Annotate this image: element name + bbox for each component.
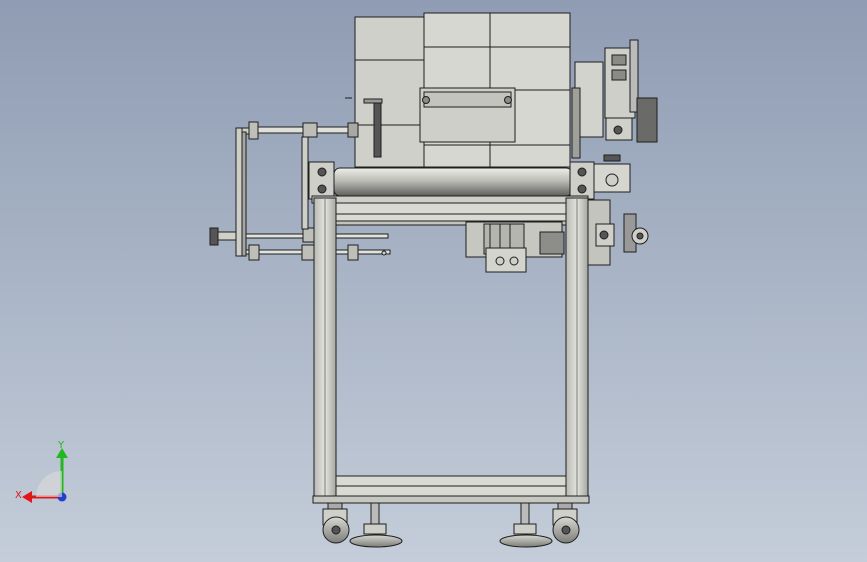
right-caster: [552, 502, 580, 544]
bottom-crossbar: [312, 475, 590, 504]
3d-viewport[interactable]: X Y: [0, 0, 867, 562]
y-axis-label: Y: [57, 440, 65, 451]
left-caster: [322, 502, 350, 544]
axis-plane-wedge: [36, 471, 62, 497]
right-handwheel: [587, 199, 649, 266]
main-roller: [308, 161, 631, 200]
right-leveling-foot: [499, 502, 553, 548]
axis-triad: X Y: [15, 440, 68, 503]
right-leg: [565, 197, 589, 501]
x-axis-label: X: [15, 490, 22, 501]
drive-motor: [465, 221, 565, 273]
chassis-top-beam: [311, 195, 589, 226]
machine-assembly-model[interactable]: [0, 0, 867, 562]
upper-guide-rod: [236, 121, 359, 140]
housing-handle-plate: [419, 87, 516, 143]
left-leg: [313, 197, 337, 501]
left-leveling-foot: [349, 502, 403, 548]
right-mechanism: [571, 39, 658, 162]
